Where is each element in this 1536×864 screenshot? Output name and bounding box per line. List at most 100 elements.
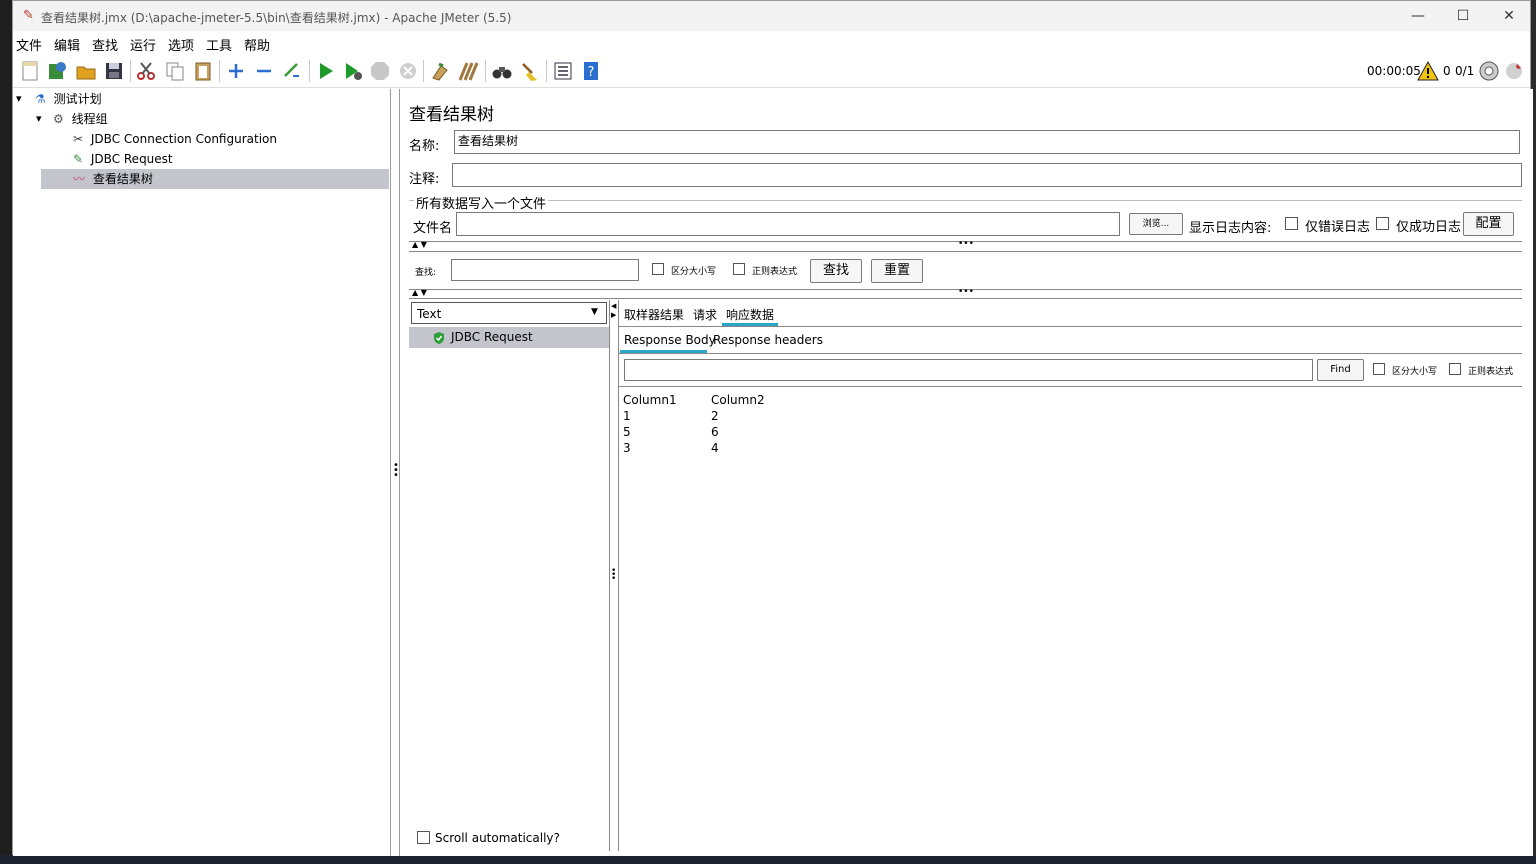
file-group-title: 所有数据写入一个文件 — [414, 193, 549, 212]
warning-icon[interactable] — [1417, 60, 1439, 82]
table-row: 1 2 — [623, 408, 799, 424]
find-case-checkbox[interactable] — [1373, 363, 1385, 375]
collapse-arrows-icon[interactable]: ▲ ▼ — [412, 240, 427, 249]
tab-response-data[interactable]: 响应数据 — [726, 306, 774, 323]
reset-search-broom-icon[interactable] — [519, 60, 541, 82]
name-label: 名称: — [409, 139, 440, 154]
tree-item-jdbc-config[interactable]: ✂ JDBC Connection Configuration — [73, 129, 277, 149]
divider — [409, 298, 1522, 299]
search-field[interactable] — [451, 259, 639, 281]
remote-engines-icon[interactable] — [1478, 60, 1500, 82]
find-regex-checkbox[interactable] — [1449, 363, 1461, 375]
tree-item-test-plan[interactable]: ⚗ 测试计划 — [35, 89, 102, 109]
wrench-icon: ✂ — [73, 132, 84, 146]
success-only-checkbox[interactable] — [1376, 217, 1389, 230]
gear-icon: ⚙ — [53, 112, 64, 126]
log-content-label: 显示日志内容: — [1189, 221, 1272, 236]
find-button[interactable]: Find — [1317, 359, 1364, 381]
function-helper-icon[interactable] — [552, 60, 574, 82]
toggle-icon[interactable] — [281, 60, 303, 82]
menu-file[interactable]: 文件 — [16, 35, 42, 54]
filename-field[interactable] — [456, 212, 1120, 236]
split-grip-icon[interactable]: ••• — [611, 567, 616, 584]
subtab-response-body[interactable]: Response Body — [624, 333, 716, 347]
split-grip-icon[interactable]: ••• — [958, 287, 974, 297]
toolbar-separator — [130, 60, 131, 82]
browse-button[interactable]: 浏览... — [1129, 213, 1183, 235]
clear-all-icon[interactable] — [457, 60, 479, 82]
pipette-icon: ✎ — [73, 152, 84, 166]
maximize-button[interactable]: ☐ — [1443, 5, 1483, 27]
tab-sampler-result[interactable]: 取样器结果 — [624, 306, 684, 323]
case-sensitive-checkbox[interactable] — [652, 263, 664, 275]
tree-item-thread-group[interactable]: ⚙ 线程组 — [53, 109, 108, 129]
jmeter-feather-icon: ✎ — [23, 8, 34, 23]
log-viewer-icon[interactable] — [1503, 60, 1525, 82]
table-header-row: Column1 Column2 — [623, 392, 799, 408]
expand-all-icon[interactable] — [225, 60, 247, 82]
name-field[interactable]: 查看结果树 — [454, 130, 1520, 154]
regex-checkbox[interactable] — [733, 263, 745, 275]
menu-run[interactable]: 运行 — [130, 35, 156, 54]
menu-help[interactable]: 帮助 — [244, 35, 270, 54]
toolbar-separator — [546, 60, 547, 82]
reset-button[interactable]: 重置 — [871, 259, 923, 283]
collapse-all-icon[interactable] — [253, 60, 275, 82]
start-no-pauses-icon[interactable] — [342, 60, 364, 82]
menu-search[interactable]: 查找 — [92, 35, 118, 54]
jmeter-window: ✎ 查看结果树.jmx (D:\apache-jmeter-5.5\bin\查看… — [12, 0, 1533, 856]
chevron-down-icon[interactable]: ▾ — [36, 112, 42, 125]
find-field[interactable] — [624, 359, 1313, 381]
errors-only-checkbox[interactable] — [1285, 217, 1298, 230]
help-icon[interactable]: ? — [580, 60, 602, 82]
tree-item-jdbc-request[interactable]: ✎ JDBC Request — [73, 149, 173, 169]
menu-options[interactable]: 选项 — [168, 35, 194, 54]
cut-icon[interactable] — [135, 60, 157, 82]
chevron-down-icon[interactable]: ▾ — [16, 92, 22, 105]
configure-button[interactable]: 配置 — [1463, 212, 1514, 236]
subtab-response-headers[interactable]: Response headers — [713, 333, 823, 347]
divider — [618, 300, 619, 851]
scroll-auto-checkbox[interactable] — [417, 831, 430, 844]
comment-field[interactable] — [452, 163, 1522, 187]
split-grip-icon[interactable]: ••• — [958, 239, 974, 249]
search-button[interactable]: 查找 — [810, 259, 862, 283]
minimize-button[interactable]: — — [1398, 5, 1438, 27]
toolbar-separator — [309, 60, 310, 82]
renderer-value: Text — [417, 307, 442, 321]
test-plan-tree: ▾ ⚗ 测试计划 ▾ ⚙ 线程组 ✂ JDBC Connection Confi… — [13, 89, 391, 856]
main-splitter[interactable]: • • • — [391, 89, 399, 856]
paste-icon[interactable] — [192, 60, 214, 82]
split-arrows-icon[interactable]: ◀ ▶ — [611, 302, 616, 320]
close-button[interactable]: ✕ — [1489, 5, 1529, 27]
renderer-select[interactable]: Text ▼ — [411, 302, 607, 324]
stop-icon[interactable] — [369, 60, 391, 82]
chart-line-icon: 〰 — [73, 172, 86, 186]
search-label: 查找: — [415, 268, 437, 278]
warning-count: 0 — [1443, 64, 1451, 78]
table-cell: 6 — [711, 425, 719, 439]
sample-row-selected[interactable]: JDBC Request — [409, 327, 609, 348]
templates-icon[interactable] — [46, 60, 68, 82]
sample-label: JDBC Request — [451, 330, 533, 344]
collapse-arrows-icon[interactable]: ▲ ▼ — [412, 288, 427, 297]
active-threads: 0/1 — [1455, 64, 1475, 78]
menu-bar: 文件 编辑 查找 运行 选项 工具 帮助 — [13, 32, 1530, 54]
start-icon[interactable] — [315, 60, 337, 82]
shutdown-icon[interactable] — [397, 60, 419, 82]
tree-item-view-results-tree[interactable]: 〰 查看结果树 — [73, 169, 153, 189]
clear-icon[interactable] — [429, 60, 451, 82]
response-table: Column1 Column2 1 2 5 6 3 4 — [623, 392, 799, 456]
search-binoculars-icon[interactable] — [491, 60, 513, 82]
tab-request[interactable]: 请求 — [693, 306, 717, 323]
toolbar-separator — [219, 60, 220, 82]
panel-title: 查看结果树 — [409, 105, 494, 125]
menu-tools[interactable]: 工具 — [206, 35, 232, 54]
svg-text:?: ? — [588, 65, 595, 80]
divider — [609, 300, 610, 851]
copy-icon[interactable] — [164, 60, 186, 82]
menu-edit[interactable]: 编辑 — [54, 35, 80, 54]
new-icon[interactable] — [19, 60, 41, 82]
save-icon[interactable] — [103, 60, 125, 82]
open-icon[interactable] — [75, 60, 97, 82]
